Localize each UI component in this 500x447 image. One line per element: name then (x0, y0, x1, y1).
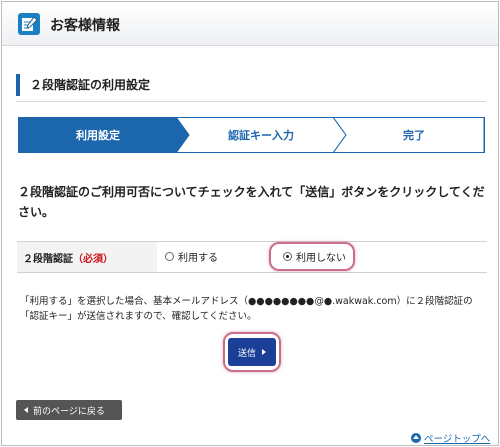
instruction-text: ２段階認証のご利用可否についてチェックを入れて「送信」ボタンをクリックしてくださ… (18, 185, 485, 219)
page-top-link[interactable]: ページトップへ (411, 431, 490, 445)
option-not-use[interactable]: 利用しない (283, 249, 346, 264)
section-title: ２段階認証の利用設定 (30, 78, 151, 92)
option-not-use-label: 利用しない (296, 253, 346, 264)
step-2-label: 認証キー入力 (228, 129, 294, 142)
page-header: お客様情報 (2, 2, 498, 46)
arrow-up-icon (411, 433, 421, 443)
form-label: ２段階認証 (23, 254, 73, 265)
back-button[interactable]: 前のページに戻る (16, 400, 122, 420)
submit-highlight: 送信 (223, 332, 281, 372)
radio-not-use[interactable] (283, 252, 292, 261)
step-1-label: 利用設定 (76, 129, 120, 142)
step-indicator: 利用設定 認証キー入力 完了 (18, 117, 485, 153)
form-row-header: ２段階認証（必須） (17, 242, 157, 272)
step-3-label: 完了 (403, 129, 425, 142)
arrow-left-icon (24, 407, 28, 413)
section-heading: ２段階認証の利用設定 (16, 74, 486, 96)
email-note: 「利用する」を選択した場合、基本メールアドレス（●●●●●●●●@●.wakwa… (20, 296, 473, 322)
submit-label: 送信 (237, 348, 256, 359)
edit-document-icon (17, 12, 41, 36)
submit-button[interactable]: 送信 (228, 338, 276, 366)
required-badge: （必須） (73, 254, 113, 265)
option-use[interactable]: 利用する (165, 249, 218, 264)
page-top-label: ページトップへ (424, 434, 491, 445)
arrow-right-icon (262, 349, 266, 355)
back-label: 前のページに戻る (33, 406, 105, 417)
section-divider (16, 101, 486, 102)
radio-use[interactable] (165, 252, 174, 261)
two-factor-form-row: ２段階認証（必須） 利用する 利用しない (17, 241, 487, 273)
option-use-label: 利用する (178, 253, 218, 264)
page-frame: お客様情報 ２段階認証の利用設定 利用設定 認証キー入力 完了 ２段階認証のご利… (1, 1, 499, 446)
page-title: お客様情報 (50, 18, 120, 34)
